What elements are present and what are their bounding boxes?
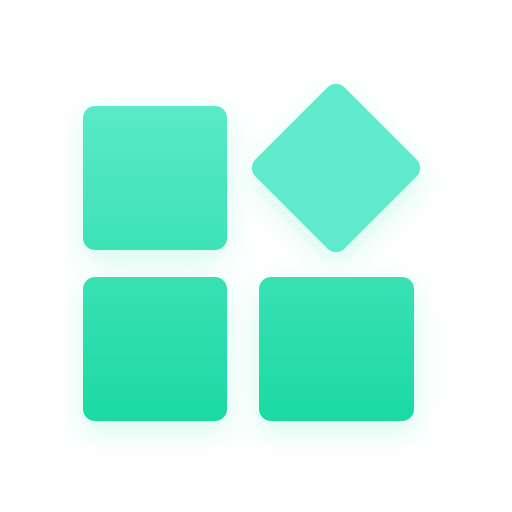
bottom-left-square-tile	[83, 277, 227, 421]
app-icon-canvas	[0, 0, 512, 512]
bottom-right-square-tile	[259, 277, 414, 421]
top-left-square-tile	[83, 106, 227, 250]
apps-grid-icon	[83, 83, 421, 421]
diamond-tile	[251, 83, 421, 253]
